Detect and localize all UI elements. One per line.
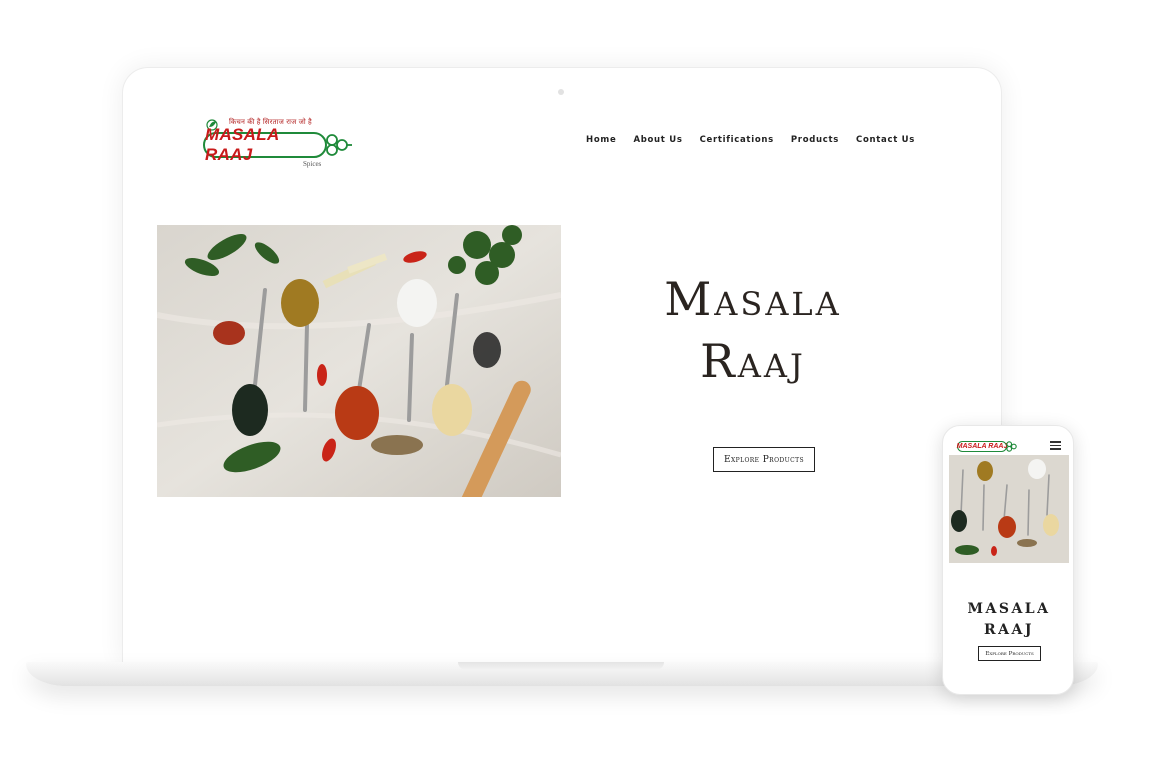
nav-home[interactable]: Home [586,135,616,145]
hamburger-icon[interactable] [1050,441,1061,450]
logo-subtitle: Spices [303,160,322,168]
laptop-notch [458,662,664,670]
nav-about-us[interactable]: About Us [633,135,682,145]
mobile-hero-spices-image [949,455,1069,563]
mobile-hero-title: MASALA RAAJ [949,599,1069,641]
nav-certifications[interactable]: Certifications [700,135,774,145]
nav-products[interactable]: Products [791,135,839,145]
hero-title-line1: Masala [664,272,842,326]
knot-ornament-icon [326,134,352,156]
desktop-site: किचन की है सिरताज राज जो है MASALA RAAJ … [125,70,999,663]
mobile-logo-wordmark: MASALA RAAJ [956,441,1008,452]
hero-title: Masala Raaj [593,268,913,392]
nav-contact-us[interactable]: Contact Us [856,135,915,145]
mobile-logo[interactable]: MASALA RAAJ [957,437,1019,457]
logo-wordmark: MASALA RAAJ [203,125,327,164]
hero-spices-image [157,225,561,497]
main-nav: Home About Us Certifications Products Co… [586,135,915,145]
mobile-explore-products-button[interactable]: Explore Products [978,646,1041,661]
laptop-mockup: किचन की है सिरताज राज जो है MASALA RAAJ … [122,67,1002,663]
knot-ornament-icon [1006,441,1017,452]
site-logo[interactable]: किचन की है सिरताज राज जो है MASALA RAAJ … [203,118,355,176]
mobile-title-line1: MASALA [967,601,1051,617]
mobile-title-line2: RAAJ [984,622,1034,638]
mobile-site: MASALA RAAJ MASALA RAAJ Explore Products [949,431,1069,691]
hero-title-line2: Raaj [700,334,806,388]
explore-products-button[interactable]: Explore Products [713,447,815,472]
phone-mockup: MASALA RAAJ MASALA RAAJ Explore Products [942,425,1074,695]
